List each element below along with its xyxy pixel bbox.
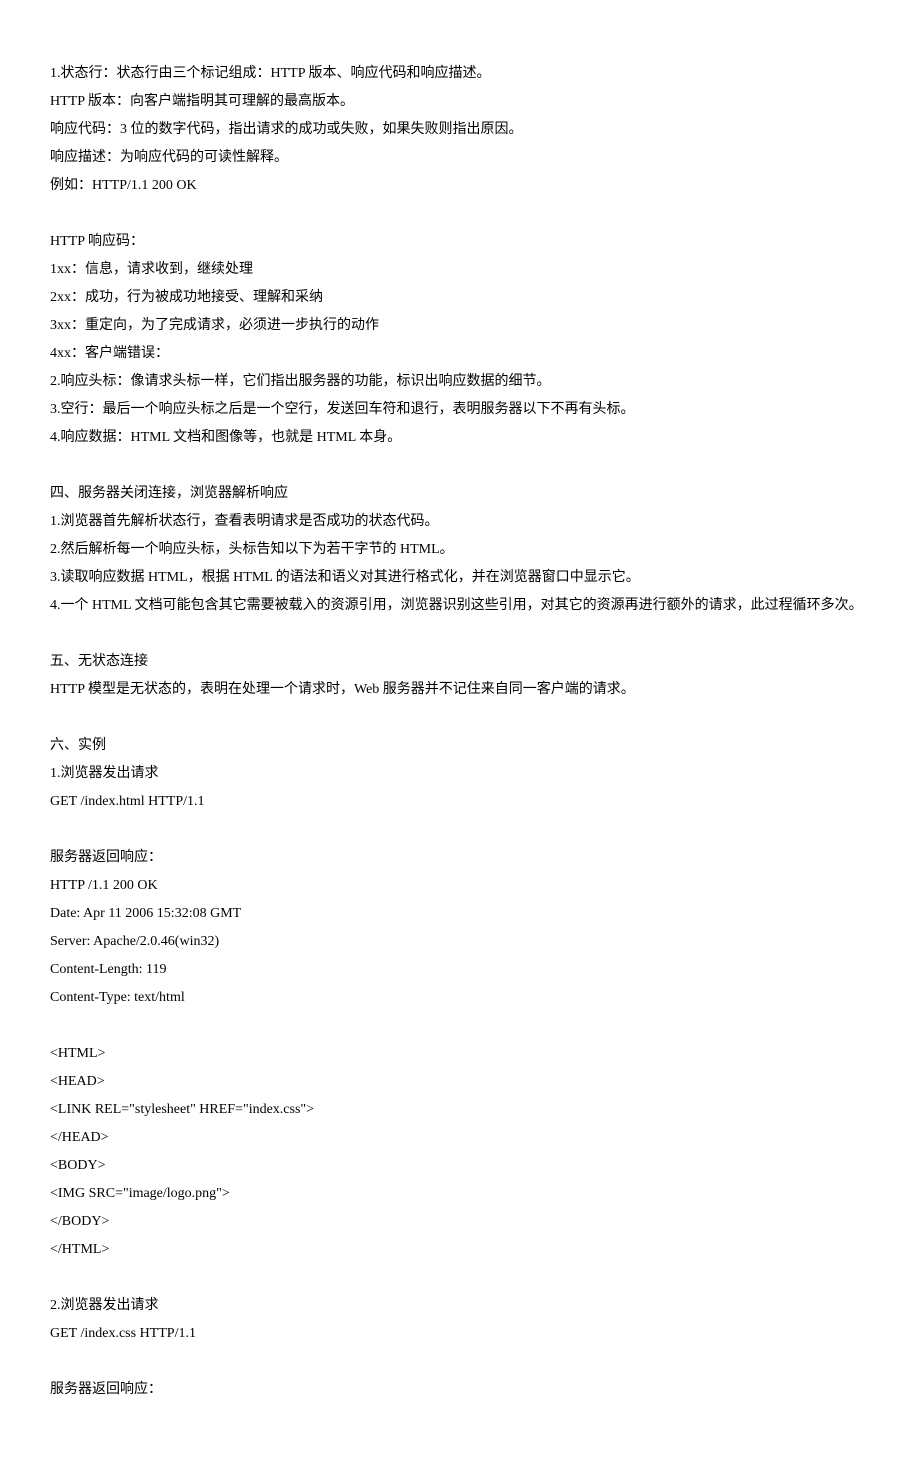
text-line: HTTP 模型是无状态的，表明在处理一个请求时，Web 服务器并不记住来自同一客… [50,676,870,704]
text-line: 2xx：成功，行为被成功地接受、理解和采纳 [50,284,870,312]
blank-line [50,452,870,480]
text-line: 4.响应数据：HTML 文档和图像等，也就是 HTML 本身。 [50,424,870,452]
text-line: 响应代码：3 位的数字代码，指出请求的成功或失败，如果失败则指出原因。 [50,116,870,144]
text-line: 例如：HTTP/1.1 200 OK [50,172,870,200]
text-line: HTTP 响应码： [50,228,870,256]
text-line: 1xx：信息，请求收到，继续处理 [50,256,870,284]
text-line: 六、实例 [50,732,870,760]
text-line: 3xx：重定向，为了完成请求，必须进一步执行的动作 [50,312,870,340]
text-line: 1.状态行：状态行由三个标记组成：HTTP 版本、响应代码和响应描述。 [50,60,870,88]
text-line: <HEAD> [50,1068,870,1096]
text-line: 服务器返回响应： [50,1376,870,1404]
text-line: Content-Type: text/html [50,984,870,1012]
blank-line [50,1264,870,1292]
text-line: 2.响应头标：像请求头标一样，它们指出服务器的功能，标识出响应数据的细节。 [50,368,870,396]
text-line: 五、无状态连接 [50,648,870,676]
text-line: 4.一个 HTML 文档可能包含其它需要被载入的资源引用，浏览器识别这些引用，对… [50,592,870,620]
blank-line [50,620,870,648]
text-line: Content-Length: 119 [50,956,870,984]
text-line: 1.浏览器发出请求 [50,760,870,788]
text-line: Server: Apache/2.0.46(win32) [50,928,870,956]
text-line: 2.然后解析每一个响应头标，头标告知以下为若干字节的 HTML。 [50,536,870,564]
text-line: </HEAD> [50,1124,870,1152]
text-line: 响应描述：为响应代码的可读性解释。 [50,144,870,172]
text-line: <IMG SRC="image/logo.png"> [50,1180,870,1208]
blank-line [50,200,870,228]
text-line: <LINK REL="stylesheet" HREF="index.css"> [50,1096,870,1124]
blank-line [50,1012,870,1040]
text-line: </HTML> [50,1236,870,1264]
text-line: 四、服务器关闭连接，浏览器解析响应 [50,480,870,508]
text-line: 1.浏览器首先解析状态行，查看表明请求是否成功的状态代码。 [50,508,870,536]
text-line: 服务器返回响应： [50,844,870,872]
text-line: <BODY> [50,1152,870,1180]
text-line: HTTP 版本：向客户端指明其可理解的最高版本。 [50,88,870,116]
text-line: 2.浏览器发出请求 [50,1292,870,1320]
text-line: </BODY> [50,1208,870,1236]
text-line: HTTP /1.1 200 OK [50,872,870,900]
text-line: Date: Apr 11 2006 15:32:08 GMT [50,900,870,928]
text-line: 3.读取响应数据 HTML，根据 HTML 的语法和语义对其进行格式化，并在浏览… [50,564,870,592]
text-line: 4xx：客户端错误： [50,340,870,368]
blank-line [50,704,870,732]
text-line: <HTML> [50,1040,870,1068]
blank-line [50,1348,870,1376]
text-line: 3.空行：最后一个响应头标之后是一个空行，发送回车符和退行，表明服务器以下不再有… [50,396,870,424]
text-line: GET /index.html HTTP/1.1 [50,788,870,816]
text-line: GET /index.css HTTP/1.1 [50,1320,870,1348]
document-body: 1.状态行：状态行由三个标记组成：HTTP 版本、响应代码和响应描述。HTTP … [50,60,870,1404]
blank-line [50,816,870,844]
